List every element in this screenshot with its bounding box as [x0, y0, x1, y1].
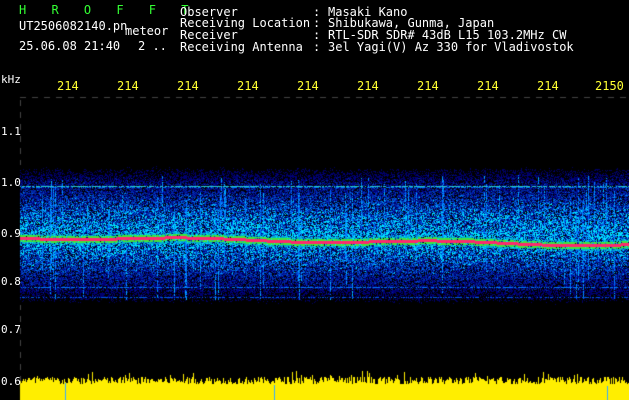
- info-colon: :: [313, 40, 321, 54]
- x-tick: 214: [57, 79, 79, 93]
- spectrogram-canvas: [0, 0, 629, 400]
- y-tick: 1.1: [1, 125, 21, 138]
- x-tick: 214: [117, 79, 139, 93]
- x-tick: 214: [297, 79, 319, 93]
- x-tick: 214: [357, 79, 379, 93]
- file-name: UT2506082140.pn: [19, 19, 128, 33]
- app-title: H R O F F T: [19, 3, 198, 17]
- x-tick: 214: [477, 79, 499, 93]
- y-axis-unit: kHz: [1, 73, 21, 86]
- x-tick: 214: [417, 79, 439, 93]
- y-tick: 0.8: [1, 275, 21, 288]
- info-value-antenna: 3el Yagi(V) Az 330 for Vladivostok: [328, 40, 574, 54]
- y-tick: 0.7: [1, 323, 21, 336]
- info-label-antenna: Receiving Antenna: [180, 40, 303, 54]
- x-tick: 214: [237, 79, 259, 93]
- y-tick: 0.9: [1, 227, 21, 240]
- y-tick: 0.6: [1, 375, 21, 388]
- count-label: 2 ..: [138, 39, 167, 53]
- y-tick: 1.0: [1, 176, 21, 189]
- mode-label: meteor: [125, 24, 169, 38]
- x-tick: 214: [177, 79, 199, 93]
- x-tick: 214: [537, 79, 559, 93]
- x-tick: 2150: [595, 79, 624, 93]
- date-time: 25.06.08 21:40: [19, 39, 121, 53]
